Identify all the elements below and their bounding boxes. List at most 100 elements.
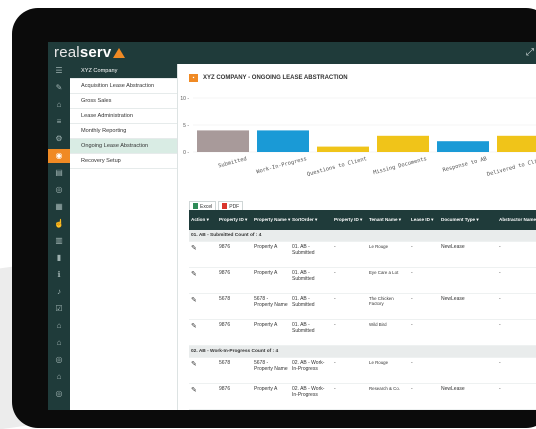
column-header[interactable]: Lease ID ▾	[409, 210, 439, 230]
chart-bar[interactable]	[317, 146, 369, 152]
eye-outline-icon[interactable]: ◎	[48, 353, 70, 367]
column-header[interactable]: Action ▾	[189, 210, 217, 230]
table-cell: Eye Care a Lot	[367, 267, 409, 294]
table-cell	[439, 267, 497, 294]
column-header[interactable]: Tenant Name ▾	[367, 210, 409, 230]
column-header[interactable]: Property ID ▾	[332, 210, 367, 230]
column-header[interactable]: SortOrder ▾	[290, 210, 332, 230]
y-tick-label: 5 -	[183, 123, 189, 129]
table-icon[interactable]: ▥	[48, 234, 70, 248]
app-screen: realserv ⤢ ☰ ✎ ⌂ ≡ ⚙ ◉ ▤ ◎ ▦ ☝ ▥ ▮ ℹ ♪ ☑…	[48, 42, 536, 410]
action-cell: ✎	[189, 409, 217, 410]
chart-bar[interactable]	[437, 141, 489, 152]
bell-icon[interactable]: ♪	[48, 285, 70, 299]
table-cell: Property A	[252, 383, 290, 410]
table-cell: 5678 - Property Name	[252, 357, 290, 384]
settings-icon[interactable]: ⚙	[48, 132, 70, 146]
tablet-frame: realserv ⤢ ☰ ✎ ⌂ ≡ ⚙ ◉ ▤ ◎ ▦ ☝ ▥ ▮ ℹ ♪ ☑…	[12, 8, 536, 428]
sidebar-item-xyz-company[interactable]: XYZ Company	[70, 64, 177, 79]
table-cell: -	[332, 357, 367, 384]
table-cell: Property A	[252, 409, 290, 410]
table-row[interactable]: ✎ 9876 Property A 01. AB - Submitted - Eye Ca…	[189, 267, 536, 294]
chart-bar[interactable]	[257, 130, 309, 152]
table-cell: -	[409, 319, 439, 346]
house-icon[interactable]: ⌂	[48, 319, 70, 333]
table-cell: 02. AB - Work-In-Progress	[290, 409, 332, 410]
table-cell: -	[497, 293, 536, 320]
eye-icon[interactable]: ◉	[48, 149, 70, 163]
menu-icon[interactable]: ☰	[48, 64, 70, 78]
chart-bar[interactable]	[497, 135, 536, 152]
top-bar: realserv ⤢	[48, 42, 536, 64]
abstraction-table: Action ▾ Property ID ▾ Property Name ▾ Sort…	[189, 210, 536, 410]
action-cell: ✎	[189, 357, 217, 384]
chart-bar[interactable]	[377, 135, 429, 152]
home-alt-icon[interactable]: ⌂	[48, 370, 70, 384]
table-cell: 9876	[217, 383, 252, 410]
column-header[interactable]: Document Type ▾	[439, 210, 497, 230]
table-row[interactable]: ✎9876Property A02. AB - Work-In-Progress…	[189, 409, 536, 410]
edit-icon[interactable]: ✎	[191, 323, 197, 330]
table-row[interactable]: ✎ 9876 Property A 01. AB - Submitted - Le Rou…	[189, 241, 536, 268]
brand-logo: realserv	[54, 44, 126, 61]
table-cell: -	[332, 241, 367, 268]
main-content: ▪ XYZ COMPANY - ONGOING LEASE ABSTRACTION…	[179, 64, 536, 410]
list-icon[interactable]: ≡	[48, 115, 70, 129]
tag-icon[interactable]: ⌂	[48, 336, 70, 350]
document-icon[interactable]: ▤	[48, 166, 70, 180]
table-cell: Le Rouge	[367, 241, 409, 268]
expand-icon[interactable]: ⤢	[526, 47, 534, 58]
chart-bar[interactable]	[197, 130, 249, 152]
table-cell: -	[332, 267, 367, 294]
table-cell: -	[409, 293, 439, 320]
info-icon[interactable]: ℹ	[48, 268, 70, 282]
sidebar-item-monthly-reporting[interactable]: Monthly Reporting	[70, 124, 177, 139]
group-label: 02. AB - Work-In-Progress Count of : 4	[189, 345, 536, 358]
table-row[interactable]: ✎ 5678 5678 - Property Name 01. AB - Submit…	[189, 293, 536, 320]
pencil-icon[interactable]: ✎	[48, 81, 70, 95]
table-cell: -	[409, 241, 439, 268]
table-cell: -	[409, 383, 439, 410]
status-bar-chart: 10 - 5 - 0 - Submitted Work-In-ProgressQuest…	[180, 96, 536, 178]
edit-icon[interactable]: ✎	[191, 297, 197, 304]
edit-icon[interactable]: ✎	[191, 387, 197, 394]
table-cell: 02. AB - Work-In-Progress	[290, 383, 332, 410]
table-row[interactable]: ✎9876Property A02. AB - Work-In-Progress…	[189, 383, 536, 410]
logo-text-bold: serv	[79, 44, 112, 61]
table-cell: 5678 - Property Name	[252, 293, 290, 320]
table-cell: -	[497, 357, 536, 384]
sidebar-item-gross-sales[interactable]: Gross Sales	[70, 94, 177, 109]
x-tick-label: Response to AB	[442, 156, 487, 174]
edit-icon[interactable]: ✎	[191, 245, 197, 252]
table-cell: -	[332, 383, 367, 410]
table-cell: 9876	[217, 409, 252, 410]
edit-icon[interactable]: ✎	[191, 271, 197, 278]
building-icon[interactable]: ▮	[48, 251, 70, 265]
sidebar-item-acquisition-lease-abstraction[interactable]: Acquisition Lease Abstraction	[70, 79, 177, 94]
y-tick-label: 0 -	[183, 150, 189, 156]
table-cell: NewLease	[439, 293, 497, 320]
target-icon[interactable]: ◎	[48, 387, 70, 401]
x-tick-label: Work-In-Progress	[256, 156, 308, 175]
table-cell: -	[409, 267, 439, 294]
edit-icon[interactable]: ✎	[191, 361, 197, 368]
sidebar-item-recovery-setup[interactable]: Recovery Setup	[70, 154, 177, 169]
column-header[interactable]: Property Name ▾	[252, 210, 290, 230]
table-cell: The Chicken Factory	[367, 293, 409, 320]
table-cell: -	[409, 409, 439, 410]
grid-icon[interactable]: ▦	[48, 200, 70, 214]
view-icon[interactable]: ◎	[48, 183, 70, 197]
logo-mark-icon	[113, 48, 126, 58]
column-header[interactable]: Property ID ▾	[217, 210, 252, 230]
sidebar-item-lease-administration[interactable]: Lease Administration	[70, 109, 177, 124]
table-row[interactable]: ✎ 5678 5678 - Property Name 02. AB - Work-I…	[189, 357, 536, 384]
home-icon[interactable]: ⌂	[48, 98, 70, 112]
table-cell: Research & Co.	[367, 383, 409, 410]
checkbox-icon[interactable]: ☑	[48, 302, 70, 316]
table-row[interactable]: ✎ 9876 Property A 01. AB - Submitted - Wild B…	[189, 319, 536, 346]
thumb-icon[interactable]: ☝	[48, 217, 70, 231]
action-cell: ✎	[189, 293, 217, 320]
x-tick-label: Delivered to Client	[486, 156, 536, 178]
sidebar-item-ongoing-lease-abstraction[interactable]: Ongoing Lease Abstraction	[70, 139, 177, 154]
column-header[interactable]: Abstractor Name ▾	[497, 210, 536, 230]
